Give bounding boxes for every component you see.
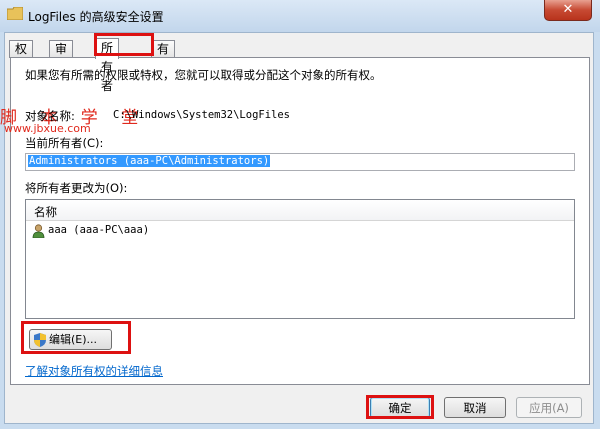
close-button[interactable]: ✕	[544, 0, 592, 21]
list-column-header[interactable]: 名称	[26, 200, 574, 221]
title-bar[interactable]: LogFiles 的高级安全设置 ✕	[0, 0, 600, 32]
tab-permissions[interactable]: 权限	[9, 40, 34, 73]
current-owner-field[interactable]: Administrators (aaa-PC\Administrators)	[25, 153, 575, 171]
list-item-label: aaa (aaa-PC\aaa)	[48, 224, 150, 236]
current-owner-label: 当前所有者(C):	[25, 136, 104, 150]
ownership-details-link[interactable]: 了解对象所有权的详细信息	[25, 363, 163, 379]
ok-button-highlight-box	[366, 395, 434, 419]
intro-text: 如果您有所需的权限或特权，您就可以取得或分配这个对象的所有权。	[25, 68, 382, 82]
window-title: LogFiles 的高级安全设置	[28, 10, 164, 24]
owner-tab-highlight-box	[94, 33, 154, 56]
user-icon	[32, 224, 45, 238]
column-name-label: 名称	[34, 205, 57, 219]
current-owner-value: Administrators (aaa-PC\Administrators)	[28, 155, 271, 167]
object-name-value: C:\Windows\System32\LogFiles	[113, 109, 291, 121]
edit-button-highlight-box	[21, 321, 131, 354]
apply-button[interactable]: 应用(A)	[516, 397, 582, 418]
tab-effective-permissions[interactable]: 有效权限	[151, 40, 176, 107]
change-owner-label: 将所有者更改为(O):	[25, 181, 128, 195]
folder-icon	[7, 7, 23, 20]
cancel-button[interactable]: 取消	[444, 397, 506, 418]
object-name-label: 对象名称:	[25, 109, 75, 123]
tab-auditing[interactable]: 审核	[49, 40, 74, 73]
blurred-area	[165, 222, 355, 302]
